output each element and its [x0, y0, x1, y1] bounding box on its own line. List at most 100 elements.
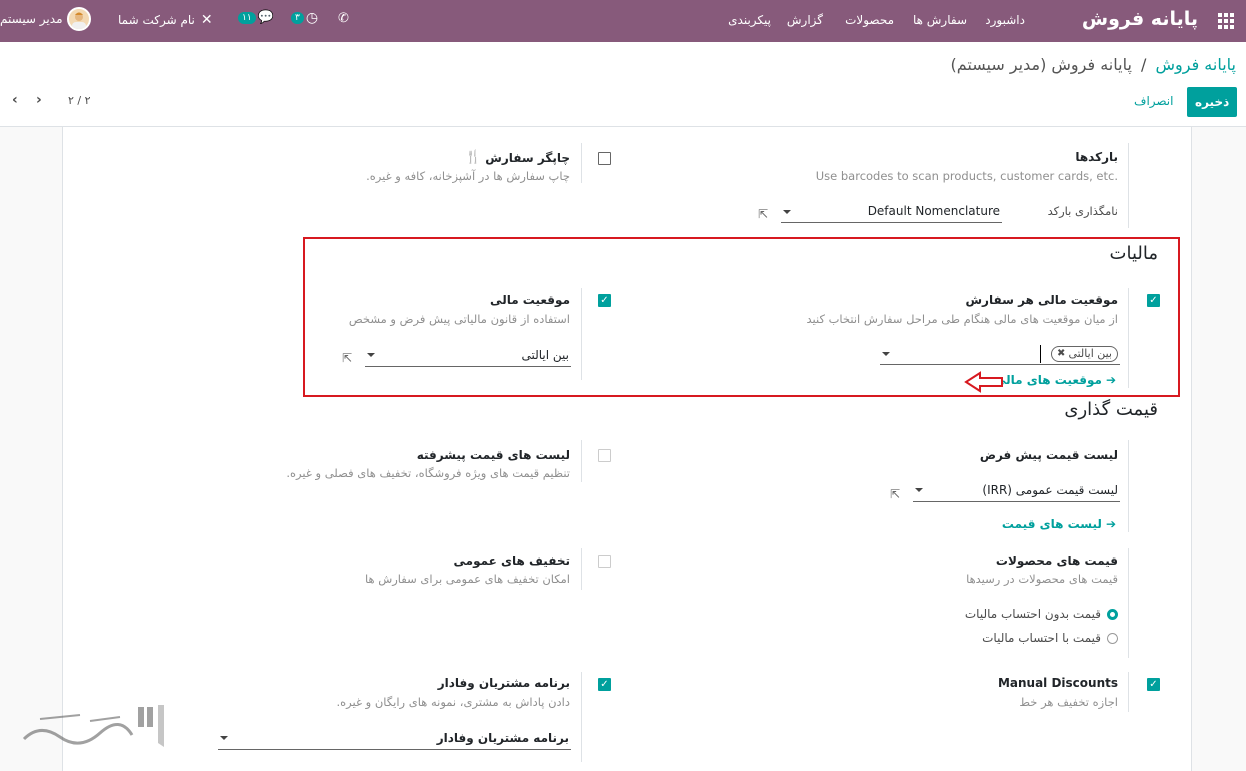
manual-discounts-checkbox[interactable]: ✓ — [1147, 678, 1160, 691]
menu-configuration[interactable]: پیکربندی — [728, 13, 771, 27]
global-discounts-title: تخفیف های عمومی — [453, 554, 571, 568]
loyalty-program-select[interactable]: برنامه مشتریان وفادار — [218, 728, 571, 750]
menu-dashboard[interactable]: داشبورد — [985, 13, 1025, 27]
divider — [1128, 143, 1129, 228]
pricelists-link-label: لیست های قیمت — [1001, 517, 1102, 531]
barcode-nomenclature-value: Default Nomenclature — [867, 204, 1000, 218]
tools-icon: ✕ — [200, 12, 213, 28]
global-discounts-checkbox[interactable] — [598, 555, 611, 568]
loyalty-description: دادن پاداش به مشتری، نمونه های رایگان و … — [336, 695, 570, 709]
control-panel: پایانه فروش / پایانه فروش (مدیر سیستم) ذ… — [0, 42, 1246, 127]
company-name: نام شرکت شما — [118, 13, 195, 27]
order-printer-title-text: چاپگر سفارش — [485, 150, 570, 165]
breadcrumb-root[interactable]: پایانه فروش — [1155, 55, 1236, 74]
product-prices-title: قیمت های محصولات — [995, 554, 1118, 568]
messages-badge: ۱۱ — [238, 11, 256, 24]
arrow-right-icon: ➔ — [1105, 517, 1116, 531]
tax-excluded-label: قیمت بدون احتساب مالیات — [964, 607, 1101, 621]
external-link-icon[interactable]: ⇱ — [758, 207, 768, 221]
barcode-nomenclature-select[interactable]: Default Nomenclature — [781, 201, 1002, 223]
fp-per-order-checkbox[interactable]: ✓ — [1147, 294, 1160, 307]
manual-discounts-title: Manual Discounts — [997, 676, 1118, 690]
divider — [581, 548, 582, 590]
pricing-section-title: قیمت گذاری — [1064, 399, 1158, 420]
fiscal-position-tag: بین ایالتی ✖ — [1051, 346, 1118, 362]
default-pricelist-select[interactable]: لیست قیمت عمومی (IRR) — [913, 480, 1120, 502]
fiscal-position-description: استفاده از قانون مالیاتی پیش فرض و مشخص — [348, 312, 570, 326]
fp-per-order-description: از میان موقعیت های مالی هنگام طی مراحل س… — [806, 312, 1119, 326]
advanced-pricelists-title: لیست های قیمت پیشرفته — [416, 448, 570, 462]
loyalty-title: برنامه مشتریان وفادار — [437, 676, 570, 690]
cutlery-icon: 🍴 — [465, 150, 482, 165]
remove-tag-icon[interactable]: ✖ — [1057, 347, 1065, 361]
apps-menu-icon[interactable] — [1217, 12, 1235, 30]
divider — [581, 672, 582, 762]
chevron-down-icon — [367, 353, 375, 357]
external-link-icon[interactable]: ⇱ — [890, 487, 900, 501]
tax-included-option[interactable]: قیمت با احتساب مالیات — [982, 631, 1118, 645]
barcodes-title: بارکدها — [1075, 150, 1118, 164]
menu-orders[interactable]: سفارش ها — [913, 13, 967, 27]
top-navbar: پایانه فروش داشبورد سفارش ها محصولات گزا… — [0, 0, 1246, 42]
menu-products[interactable]: محصولات — [845, 13, 894, 27]
tax-excluded-radio[interactable] — [1107, 608, 1118, 620]
divider — [581, 440, 582, 482]
watermark-logo — [20, 703, 165, 754]
user-name: مدیر سیستم — [0, 12, 63, 26]
company-switcher[interactable]: نام شرکت شما ✕ — [118, 12, 213, 28]
global-discounts-description: امکان تخفیف های عمومی برای سفارش ها — [364, 572, 570, 586]
fp-per-order-title: موقعیت مالی هر سفارش — [965, 293, 1119, 307]
loyalty-checkbox[interactable]: ✓ — [598, 678, 611, 691]
save-button[interactable]: ذخیره — [1187, 87, 1238, 117]
barcodes-description: Use barcodes to scan products, customer … — [815, 169, 1118, 183]
tax-included-label: قیمت با احتساب مالیات — [982, 631, 1101, 645]
breadcrumb-current: پایانه فروش (مدیر سیستم) — [950, 55, 1132, 74]
chevron-down-icon — [882, 352, 890, 356]
fiscal-position-checkbox[interactable]: ✓ — [598, 294, 611, 307]
manual-discounts-description: اجازه تخفیف هر خط — [1019, 695, 1118, 709]
activities-badge: ۳ — [291, 12, 304, 24]
breadcrumb: پایانه فروش / پایانه فروش (مدیر سیستم) — [951, 55, 1237, 74]
fiscal-position-tag-label: بین ایالتی — [1068, 347, 1112, 360]
default-pricelist-title: لیست قیمت پیش فرض — [979, 448, 1118, 462]
barcode-nomenclature-label: نامگذاری بارکد — [1047, 204, 1118, 218]
breadcrumb-separator: / — [1141, 55, 1147, 74]
fiscal-position-select[interactable]: بین ایالتی — [365, 345, 571, 367]
annotation-arrow-icon — [964, 371, 1004, 396]
external-link-icon[interactable]: ⇱ — [342, 351, 352, 365]
avatar — [66, 7, 91, 31]
order-printer-description: چاپ سفارش ها در آشپزخانه، کافه و غیره. — [366, 169, 570, 183]
fiscal-position-value: بین ایالتی — [521, 348, 569, 362]
fp-per-order-many2many[interactable]: بین ایالتی ✖ — [880, 343, 1120, 365]
user-menu[interactable]: مدیر سیستم — [0, 7, 91, 31]
chevron-down-icon — [783, 210, 791, 214]
tax-included-radio[interactable] — [1107, 632, 1118, 644]
divider — [1128, 288, 1129, 388]
tax-excluded-option[interactable]: قیمت بدون احتساب مالیات — [965, 607, 1118, 621]
messages-menu[interactable]: ۱۱ 💬 — [238, 10, 274, 25]
pager-value[interactable]: ۲ / ۲ — [68, 94, 91, 107]
advanced-pricelists-description: تنظیم قیمت های ویژه فروشگاه، تخفیف های ف… — [286, 466, 570, 480]
phone-icon[interactable]: ✆ — [338, 11, 349, 26]
divider — [581, 143, 582, 183]
product-prices-description: قیمت های محصولات در رسیدها — [966, 572, 1118, 586]
discard-button[interactable]: انصراف — [1134, 94, 1173, 108]
divider — [1128, 440, 1129, 532]
activities-menu[interactable]: ۳ ◷ — [291, 10, 318, 26]
arrow-right-icon: ➔ — [1105, 373, 1116, 387]
chevron-down-icon — [220, 736, 228, 740]
pager-next-button[interactable]: › — [36, 92, 42, 108]
fiscal-positions-link[interactable]: ➔ موقعیت های مالی — [994, 373, 1116, 387]
chevron-down-icon — [915, 488, 923, 492]
fiscal-position-title: موقعیت مالی — [490, 293, 570, 307]
divider — [1128, 672, 1129, 712]
menu-reporting[interactable]: گزارش — [787, 13, 823, 27]
advanced-pricelists-checkbox[interactable] — [598, 449, 611, 462]
pricelists-link[interactable]: ➔ لیست های قیمت — [1002, 517, 1116, 531]
order-printer-checkbox[interactable] — [598, 152, 611, 165]
fiscal-positions-link-label: موقعیت های مالی — [993, 373, 1102, 387]
app-title[interactable]: پایانه فروش — [1082, 8, 1198, 30]
pager-previous-button[interactable]: ‹ — [12, 92, 18, 108]
text-cursor — [1040, 345, 1041, 363]
default-pricelist-value: لیست قیمت عمومی (IRR) — [982, 483, 1118, 497]
